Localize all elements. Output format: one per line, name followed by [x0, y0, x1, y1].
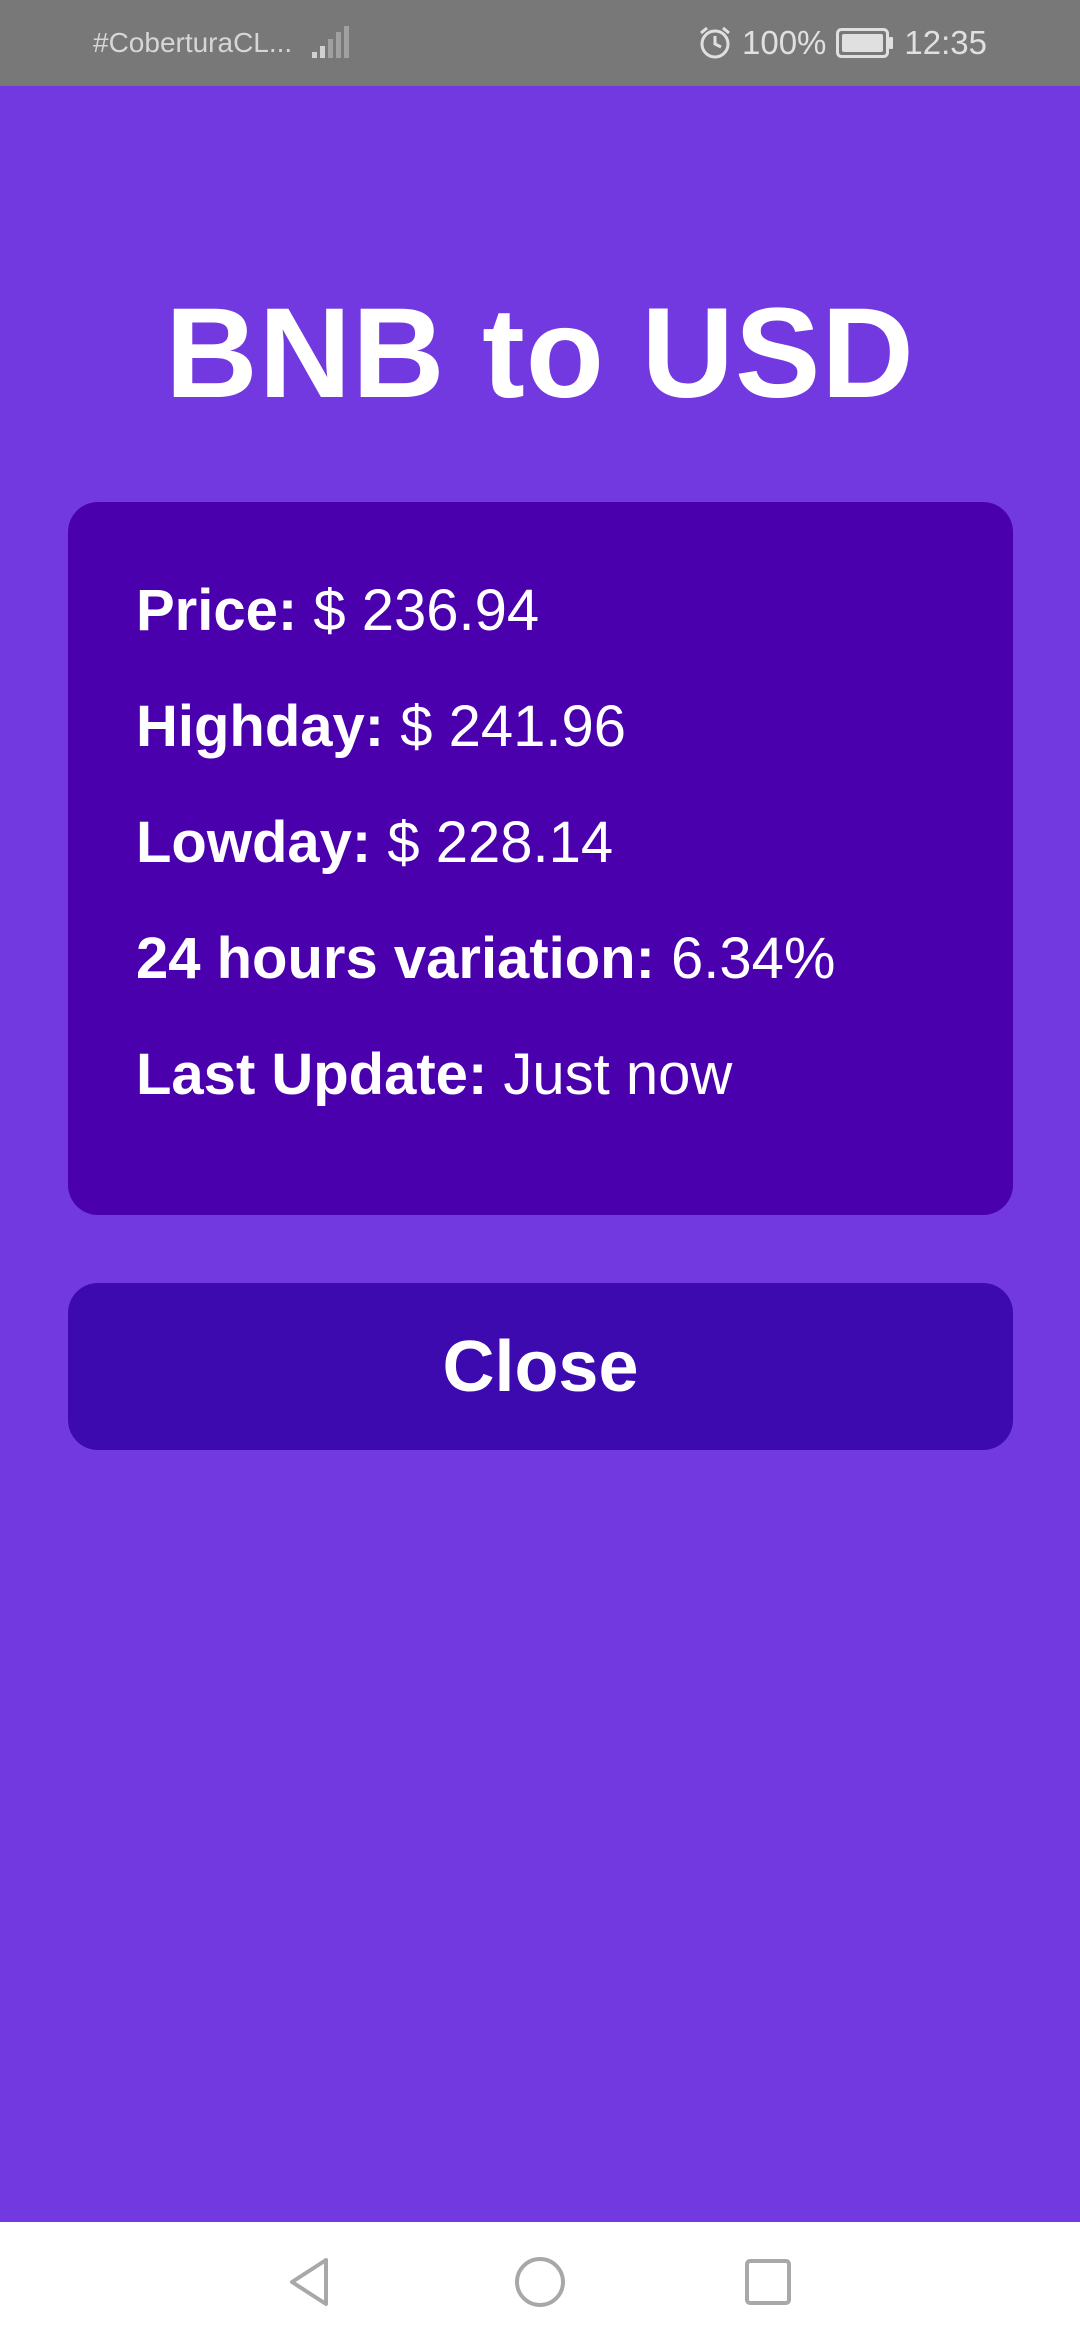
navigation-bar — [0, 2222, 1080, 2340]
variation-label: 24 hours variation: — [136, 926, 672, 991]
recent-apps-icon[interactable] — [738, 2252, 798, 2312]
variation-row: 24 hours variation: 6.34% — [136, 930, 1013, 1046]
price-row: Price: $ 236.94 — [136, 582, 1013, 698]
highday-value: $ 241.96 — [400, 694, 627, 759]
price-label: Price: — [136, 578, 314, 643]
info-card: Price: $ 236.94 Highday: $ 241.96 Lowday… — [68, 502, 1013, 1215]
last-update-row: Last Update: Just now — [136, 1046, 1013, 1162]
last-update-label: Last Update: — [136, 1042, 504, 1107]
signal-icon — [312, 26, 349, 58]
home-icon[interactable] — [510, 2252, 570, 2312]
lowday-label: Lowday: — [136, 810, 388, 875]
close-button-label: Close — [442, 1326, 639, 1407]
last-update-value: Just now — [503, 1042, 733, 1107]
carrier-name: #CoberturaCL... — [93, 27, 293, 58]
page-title: BNB to USD — [165, 282, 915, 425]
status-right: 100% 12:35 — [698, 0, 987, 86]
highday-label: Highday: — [136, 694, 401, 759]
battery-percent: 100% — [742, 24, 827, 61]
back-icon[interactable] — [280, 2252, 340, 2312]
price-value: $ 236.94 — [313, 578, 540, 643]
close-button[interactable]: Close — [68, 1283, 1013, 1450]
lowday-value: $ 228.14 — [387, 810, 614, 875]
variation-value: 6.34% — [671, 926, 836, 991]
lowday-row: Lowday: $ 228.14 — [136, 814, 1013, 930]
status-bar: #CoberturaCL... 100% 12:35 — [0, 0, 1080, 86]
highday-row: Highday: $ 241.96 — [136, 698, 1013, 814]
alarm-icon — [700, 26, 730, 59]
clock: 12:35 — [904, 24, 987, 61]
battery-icon — [836, 28, 894, 58]
